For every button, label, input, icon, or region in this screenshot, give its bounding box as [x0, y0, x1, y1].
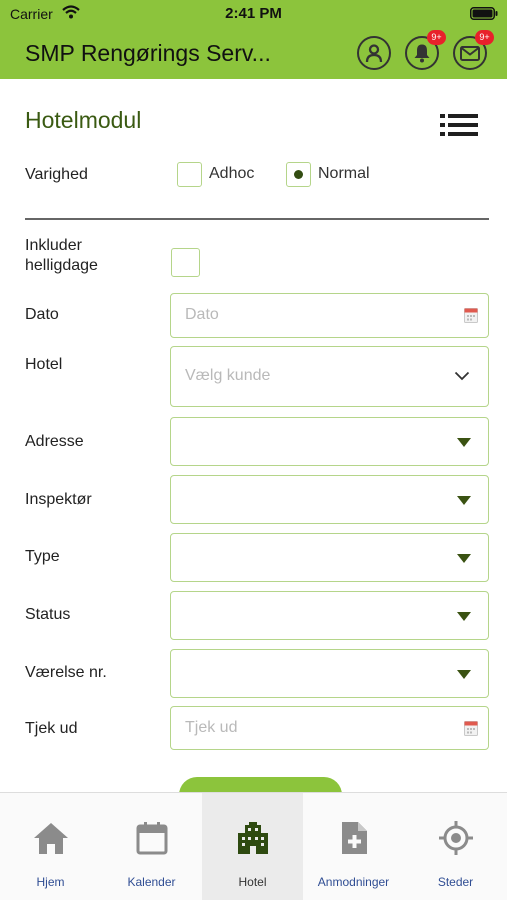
bell-icon [414, 44, 430, 63]
vaerelse-select[interactable] [170, 649, 489, 698]
dato-label: Dato [25, 306, 59, 323]
hotel-select[interactable]: Vælg kunde [170, 346, 489, 407]
tab-label: Kalender [127, 875, 176, 889]
app-title: SMP Rengørings Serv... [25, 40, 271, 66]
type-label: Type [25, 548, 60, 565]
dato-field[interactable]: Dato [170, 293, 489, 338]
tjek-ud-field[interactable]: Tjek ud [170, 706, 489, 750]
status-time: 2:41 PM [225, 5, 282, 22]
calendar-icon [464, 721, 478, 736]
adresse-label: Adresse [25, 433, 84, 450]
profile-button[interactable] [357, 36, 391, 70]
holidays-checkbox[interactable] [171, 248, 200, 277]
vaerelse-label: Værelse nr. [25, 664, 107, 681]
messages-badge: 9+ [475, 30, 494, 45]
tab-bar: Hjem Kalender Hotel Anmodninger Steder [0, 792, 507, 900]
type-select[interactable] [170, 533, 489, 582]
messages-button[interactable]: 9+ [453, 30, 494, 70]
tab-anmodninger[interactable]: Anmodninger [303, 793, 404, 900]
notifications-badge: 9+ [427, 30, 446, 45]
caret-down-icon [457, 670, 471, 679]
tab-hjem[interactable]: Hjem [0, 793, 101, 900]
building-icon [237, 822, 268, 854]
caret-down-icon [457, 554, 471, 563]
tab-kalender[interactable]: Kalender [101, 793, 202, 900]
status-select[interactable] [170, 591, 489, 640]
home-icon [33, 823, 68, 854]
status-label: Status [25, 606, 71, 623]
tab-label: Anmodninger [317, 875, 390, 889]
holidays-label: Inkluder helligdage [25, 237, 98, 274]
battery-icon [470, 7, 498, 20]
radio-selected-dot [294, 170, 303, 179]
list-icon[interactable] [440, 113, 478, 137]
tab-label: Hotel [238, 875, 267, 889]
adhoc-label: Adhoc [209, 165, 255, 182]
app-header: Carrier 2:41 PM SMP Rengørings Serv... 9… [0, 0, 507, 79]
tjek-ud-label: Tjek ud [25, 720, 78, 737]
adhoc-checkbox[interactable] [177, 162, 202, 187]
tab-hotel[interactable]: Hotel [202, 793, 303, 900]
hotel-label: Hotel [25, 356, 63, 373]
location-target-icon [438, 821, 473, 855]
tab-steder[interactable]: Steder [404, 793, 507, 900]
tab-label: Hjem [36, 875, 65, 889]
hotel-placeholder: Vælg kunde [185, 367, 271, 384]
user-icon [365, 44, 383, 63]
divider [25, 218, 489, 220]
calendar-icon [464, 308, 478, 323]
normal-label: Normal [318, 165, 370, 182]
tjek-ud-placeholder: Tjek ud [185, 719, 238, 736]
varighed-label: Varighed [25, 166, 88, 183]
inspektor-select[interactable] [170, 475, 489, 524]
caret-down-icon [457, 438, 471, 447]
tab-label: Steder [437, 875, 474, 889]
dato-placeholder: Dato [185, 306, 219, 323]
normal-radio[interactable] [286, 162, 311, 187]
chevron-down-icon [454, 371, 470, 381]
envelope-icon [460, 45, 480, 61]
file-plus-icon [341, 822, 367, 854]
adresse-select[interactable] [170, 417, 489, 466]
notifications-button[interactable]: 9+ [405, 30, 446, 70]
inspektor-label: Inspektør [25, 491, 92, 508]
caret-down-icon [457, 496, 471, 505]
caret-down-icon [457, 612, 471, 621]
status-bar: Carrier 2:41 PM [0, 0, 507, 28]
calendar-icon [136, 822, 167, 855]
page-title: Hotelmodul [25, 107, 142, 133]
